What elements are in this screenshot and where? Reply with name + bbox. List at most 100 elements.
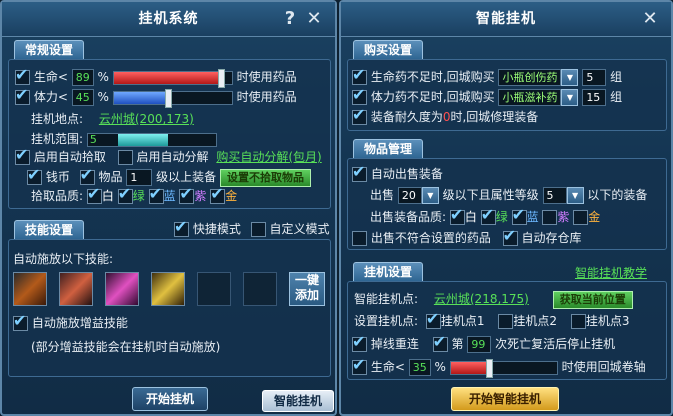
quality-white-checkbox[interactable] bbox=[86, 184, 102, 204]
item-management-section: 自动出售装备 出售 20▼ 级以下且属性等级 5▼ 以下的装备 出售装备品质: … bbox=[347, 158, 667, 250]
chevron-down-icon[interactable]: ▼ bbox=[421, 187, 439, 204]
fast-mode-checkbox[interactable] bbox=[174, 217, 189, 237]
mp-potion-count[interactable]: 15 bbox=[582, 89, 607, 106]
hp-potion-select[interactable]: 小瓶创伤药 bbox=[498, 69, 562, 86]
skill-mode-row: 快捷模式 自定义模式 bbox=[174, 217, 330, 237]
point1-checkbox[interactable] bbox=[425, 309, 441, 329]
one-click-add-button[interactable]: 一键添加 bbox=[289, 272, 325, 306]
point2-checkbox[interactable] bbox=[498, 314, 514, 329]
quality-gold-checkbox[interactable] bbox=[210, 184, 226, 204]
pickup-row: 启用自动拾取 启用自动分解 购买自动分解(包月) bbox=[15, 145, 322, 165]
auto-pick-checkbox[interactable] bbox=[15, 145, 30, 165]
quality-purple-checkbox[interactable] bbox=[179, 184, 195, 204]
hp-potion-count[interactable]: 5 bbox=[582, 69, 607, 86]
sell-gold-checkbox[interactable] bbox=[573, 210, 589, 225]
death-stop-checkbox[interactable] bbox=[432, 332, 448, 352]
reconnect-checkbox[interactable] bbox=[352, 332, 367, 352]
sell-unmatched-label: 出售不符合设置的药品 bbox=[370, 231, 491, 245]
hp-slider-knob[interactable] bbox=[217, 68, 225, 88]
mp-threshold-input[interactable]: 45 bbox=[71, 89, 94, 106]
tab-item-management: 物品管理 bbox=[353, 139, 424, 159]
mp-after-text: 时使用药品 bbox=[236, 90, 297, 104]
skill-slot-4[interactable] bbox=[151, 272, 185, 306]
set-point-label: 设置挂机点: bbox=[354, 314, 419, 328]
auto-buff-row: 自动施放增益技能 bbox=[13, 311, 128, 331]
auto-store-checkbox[interactable] bbox=[502, 226, 518, 246]
sell-white-checkbox[interactable] bbox=[449, 205, 465, 225]
quality-blue-checkbox[interactable] bbox=[148, 184, 164, 204]
mp-checkbox[interactable] bbox=[15, 85, 30, 105]
repair-checkbox[interactable] bbox=[352, 105, 367, 125]
quality-blue-label: 蓝 bbox=[163, 189, 176, 203]
normal-settings-section: 生命< 89 % 时使用药品 体力< 45 % 时使用药品 挂机地点: 云州城(… bbox=[8, 59, 331, 209]
sell-blue-checkbox[interactable] bbox=[511, 205, 527, 225]
sell-white-label: 白 bbox=[464, 210, 477, 224]
auto-decompose-checkbox[interactable] bbox=[117, 150, 133, 165]
auto-decompose-label: 启用自动分解 bbox=[136, 150, 209, 164]
mp-slider[interactable] bbox=[112, 88, 233, 108]
skill-slot-2[interactable] bbox=[59, 272, 93, 306]
auto-buff-checkbox[interactable] bbox=[13, 311, 28, 331]
skill-slot-3[interactable] bbox=[105, 272, 139, 306]
return-hp-slider-knob[interactable] bbox=[485, 358, 493, 378]
return-scroll-checkbox[interactable] bbox=[352, 355, 367, 375]
hp-threshold-input[interactable]: 89 bbox=[71, 69, 94, 86]
quality-gold-label: 金 bbox=[225, 189, 238, 203]
custom-mode-checkbox[interactable] bbox=[250, 222, 266, 237]
sell-suffix: 以下的装备 bbox=[587, 188, 648, 202]
afk-point-value[interactable]: 云州城(218,175) bbox=[434, 292, 529, 306]
return-hp-input[interactable]: 35 bbox=[408, 359, 431, 376]
skill-slot-6[interactable] bbox=[243, 272, 277, 306]
sell-quality-row: 出售装备品质: 白 绿 蓝 紫 金 bbox=[370, 205, 600, 225]
range-slider[interactable]: 5 bbox=[86, 132, 217, 147]
sell-purple-checkbox[interactable] bbox=[542, 210, 558, 225]
mp-potion-select[interactable]: 小瓶滋补药 bbox=[498, 89, 562, 106]
auto-buff-label: 自动施放增益技能 bbox=[31, 316, 128, 330]
sword-close-icon[interactable]: ✕ bbox=[639, 8, 661, 30]
start-afk-button[interactable]: 开始挂机 bbox=[132, 387, 208, 411]
tutorial-link[interactable]: 智能挂机教学 bbox=[575, 264, 647, 281]
quality-green-checkbox[interactable] bbox=[117, 184, 133, 204]
chevron-down-icon[interactable]: ▼ bbox=[561, 69, 579, 86]
mp-potion-checkbox[interactable] bbox=[352, 85, 367, 105]
sell-unmatched-checkbox[interactable] bbox=[352, 231, 367, 246]
hp-checkbox[interactable] bbox=[15, 65, 30, 85]
sell-attr-select[interactable]: 5 bbox=[542, 187, 567, 204]
sell-green-label: 绿 bbox=[495, 210, 508, 224]
return-hp-slider[interactable] bbox=[449, 358, 558, 378]
get-position-button[interactable]: 获取当前位置 bbox=[552, 290, 633, 309]
fast-mode-label: 快捷模式 bbox=[192, 222, 241, 236]
tab-afk-settings: 挂机设置 bbox=[353, 262, 424, 282]
buy-settings-section: 生命药不足时,回城购买 小瓶创伤药▼ 5 组 体力药不足时,回城购买 小瓶滋补药… bbox=[347, 59, 667, 131]
point3-label: 挂机点3 bbox=[585, 314, 630, 328]
chevron-down-icon[interactable]: ▼ bbox=[566, 187, 584, 204]
reconnect-label: 掉线重连 bbox=[370, 337, 419, 351]
smart-afk-button[interactable]: 智能挂机 bbox=[262, 390, 334, 412]
auto-sell-checkbox[interactable] bbox=[352, 162, 367, 182]
buy-decompose-link[interactable]: 购买自动分解(包月) bbox=[216, 150, 321, 164]
auto-store-label: 自动存仓库 bbox=[521, 231, 582, 245]
sell-level-select[interactable]: 20 bbox=[397, 187, 422, 204]
hp-label: 生命< bbox=[33, 70, 68, 84]
question-icon[interactable]: ? bbox=[279, 8, 301, 30]
chevron-down-icon[interactable]: ▼ bbox=[561, 89, 579, 106]
sell-green-checkbox[interactable] bbox=[480, 205, 496, 225]
location-row: 挂机地点: 云州城(200,173) bbox=[31, 110, 194, 127]
point3-checkbox[interactable] bbox=[570, 314, 586, 329]
location-value[interactable]: 云州城(200,173) bbox=[99, 112, 194, 126]
hp-potion-checkbox[interactable] bbox=[352, 65, 367, 85]
mp-slider-knob[interactable] bbox=[164, 88, 172, 108]
skill-slot-1[interactable] bbox=[13, 272, 47, 306]
item-checkbox[interactable] bbox=[79, 165, 95, 185]
hp-slider[interactable] bbox=[112, 68, 233, 88]
hp-potion-unit: 组 bbox=[610, 70, 623, 84]
sword-close-icon[interactable]: ✕ bbox=[303, 8, 325, 30]
sell-mid-text: 级以下且属性等级 bbox=[442, 188, 539, 202]
death-count-input[interactable]: 99 bbox=[467, 336, 492, 353]
mp-slider-fill bbox=[113, 91, 168, 104]
mp-row: 体力< 45 % 时使用药品 bbox=[15, 85, 297, 108]
coin-checkbox[interactable] bbox=[27, 165, 42, 185]
start-smart-afk-button[interactable]: 开始智能挂机 bbox=[451, 387, 559, 411]
set-ignore-button[interactable]: 设置不拾取物品 bbox=[220, 168, 312, 187]
skill-slot-5[interactable] bbox=[197, 272, 231, 306]
